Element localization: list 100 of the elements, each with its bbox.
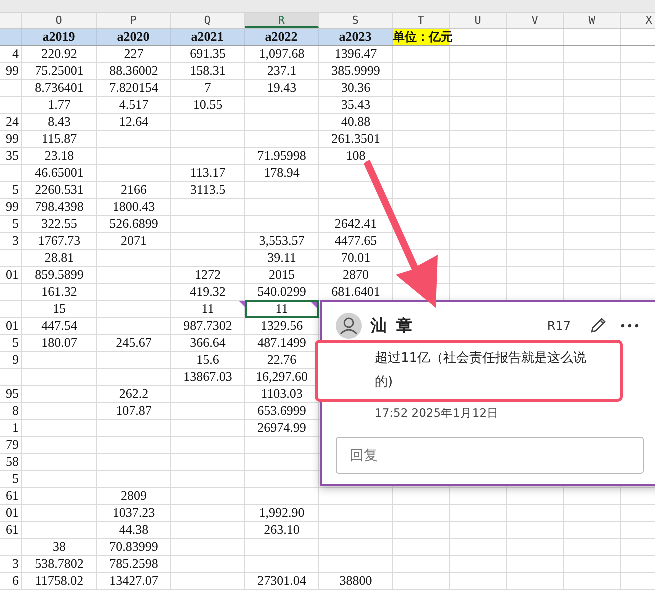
table-cell: 2809 — [121, 488, 147, 503]
table-cell: 785.2598 — [110, 556, 158, 571]
table-cell: 1 — [12, 420, 19, 435]
table-cell: 35.43 — [341, 97, 371, 112]
table-cell: 23.18 — [44, 148, 74, 163]
table-cell: 2642.41 — [334, 216, 378, 231]
table-cell: 61 — [6, 488, 19, 503]
table-cell: 38800 — [340, 573, 372, 588]
table-cell: 1396.47 — [334, 46, 378, 61]
table-cell: 1,097.68 — [259, 46, 305, 61]
table-cell: 01 — [6, 267, 19, 282]
table-cell: 71.95998 — [258, 148, 306, 163]
table-cell: 6 — [12, 573, 19, 588]
table-cell: 75.25001 — [35, 63, 84, 78]
table-cell: 263.10 — [264, 522, 300, 537]
table-cell: 1800.43 — [112, 199, 156, 214]
table-cell: 11758.02 — [35, 573, 84, 588]
table-cell: 107.87 — [116, 403, 152, 418]
table-cell: 5 — [12, 471, 19, 486]
table-cell: 12.64 — [119, 114, 149, 129]
table-cell: 39.11 — [268, 250, 296, 265]
field-header: a2022 — [245, 29, 319, 45]
table-cell: 180.07 — [42, 335, 78, 350]
table-cell: 1103.03 — [261, 386, 303, 401]
column-letter[interactable]: R — [245, 13, 319, 28]
comment-timestamp: 17:52 2025年1月12日 — [375, 406, 500, 421]
table-cell: 16,297.60 — [256, 369, 308, 384]
table-cell: 419.32 — [190, 284, 226, 299]
table-cell: 681.6401 — [332, 284, 380, 299]
table-cell: 4 — [12, 46, 19, 61]
table-cell: 3113.5 — [190, 182, 226, 197]
table-cell: 01 — [6, 505, 19, 520]
field-header: a2019 — [22, 29, 97, 45]
table-cell: 5 — [12, 182, 19, 197]
table-cell: 653.6999 — [258, 403, 306, 418]
table-cell: 538.7802 — [35, 556, 84, 571]
table-cell: 8.736401 — [35, 80, 84, 95]
table-cell: 798.4398 — [35, 199, 84, 214]
table-cell: 2015 — [269, 267, 295, 282]
table-cell: 161.32 — [42, 284, 78, 299]
table-cell: 28.81 — [44, 250, 74, 265]
table-cell: 245.67 — [116, 335, 152, 350]
table-cell: 322.55 — [42, 216, 78, 231]
table-cell: 79 — [6, 437, 19, 452]
table-cell: 70.83999 — [110, 539, 158, 554]
table-cell: 10.55 — [193, 97, 223, 112]
table-cell: 262.2 — [119, 386, 149, 401]
table-cell: 35 — [6, 148, 19, 163]
table-cell: 113.17 — [190, 165, 226, 180]
table-cell: 13427.07 — [110, 573, 158, 588]
table-cell: 385.9999 — [332, 63, 380, 78]
table-cell: 987.7302 — [184, 318, 232, 333]
table-cell: 58 — [6, 454, 19, 469]
table-cell: 4477.65 — [334, 233, 378, 248]
table-cell: 26974.99 — [258, 420, 306, 435]
table-cell: 9 — [12, 352, 19, 367]
table-cell: 30.36 — [341, 80, 371, 95]
field-header: a2020 — [97, 29, 171, 45]
table-cell: 1329.56 — [260, 318, 304, 333]
table-cell: 5 — [12, 335, 19, 350]
field-header: a2021 — [171, 29, 245, 45]
table-cell: 2071 — [121, 233, 147, 248]
table-cell: 227 — [124, 46, 144, 61]
table-cell: 2260.531 — [35, 182, 84, 197]
table-cell: 540.0299 — [258, 284, 306, 299]
table-cell: 88.36002 — [110, 63, 158, 78]
table-cell: 2166 — [121, 182, 147, 197]
table-cell: 8 — [12, 403, 19, 418]
table-cell: 487.1499 — [258, 335, 306, 350]
reply-field[interactable]: 回复 — [336, 437, 644, 474]
table-cell: 19.43 — [267, 80, 297, 95]
table-cell: 108 — [346, 148, 366, 163]
table-cell: 99 — [6, 199, 19, 214]
table-cell: 1767.73 — [38, 233, 81, 248]
table-cell: 1272 — [195, 267, 221, 282]
table-cell: 8.43 — [48, 114, 71, 129]
table-cell: 61 — [6, 522, 19, 537]
table-cell: 01 — [6, 318, 19, 333]
field-header: a2023 — [319, 29, 393, 45]
table-cell: 7 — [204, 80, 212, 95]
table-cell: 115.87 — [42, 131, 78, 146]
table-cell: 237.1 — [267, 63, 297, 78]
table-cell: 178.94 — [264, 165, 300, 180]
comment-text: 超过11亿（社会责任报告就是这么说的) — [315, 340, 623, 402]
table-cell: 526.6899 — [110, 216, 158, 231]
table-cell: 70.01 — [341, 250, 371, 265]
table-cell: 99 — [6, 131, 19, 146]
table-cell: 13867.03 — [184, 369, 232, 384]
table-cell: 38 — [53, 539, 66, 554]
table-cell: 4.517 — [119, 97, 149, 112]
table-cell: 366.64 — [190, 335, 226, 350]
table-cell: 27301.04 — [258, 573, 306, 588]
table-cell: 1.77 — [48, 97, 71, 112]
table-cell: 3,553.57 — [259, 233, 305, 248]
table-cell: 95 — [6, 386, 19, 401]
table-cell: 22.76 — [267, 352, 297, 367]
table-cell: 44.38 — [119, 522, 149, 537]
table-cell: 5 — [12, 216, 19, 231]
table-cell: 3 — [12, 556, 19, 571]
table-cell: 15 — [53, 301, 66, 316]
